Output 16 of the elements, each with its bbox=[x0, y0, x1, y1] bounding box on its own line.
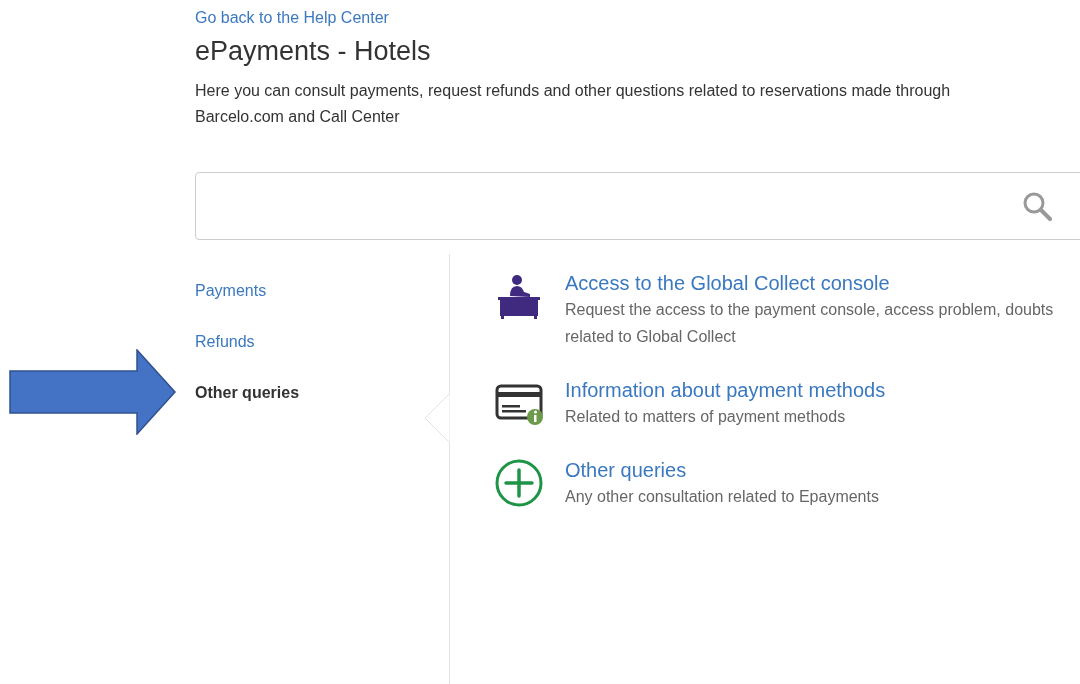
sidebar-item[interactable]: Other queries bbox=[195, 382, 300, 403]
topic-link[interactable]: Other queries bbox=[565, 457, 687, 483]
topic-link[interactable]: Information about payment methods bbox=[565, 377, 886, 403]
sidebar-item[interactable]: Payments bbox=[195, 280, 267, 301]
intro-text: Here you can consult payments, request refunds and other questions related to reservations made through Barcelo.com and Call Center bbox=[195, 81, 952, 127]
topic-link[interactable]: Access to the Global Collect console bbox=[565, 270, 890, 296]
topic-description: Any other consultation related to Epayments bbox=[565, 487, 880, 507]
search-field[interactable] bbox=[195, 172, 1080, 240]
sidebar-item[interactable]: Refunds bbox=[195, 331, 255, 352]
back-link[interactable]: Go back to the Help Center bbox=[195, 8, 389, 28]
desk-person-icon bbox=[495, 272, 543, 320]
plus-circle-icon bbox=[495, 459, 543, 507]
topic-description: Request the access to the payment console, access problem, doubts related to Global Collect bbox=[565, 300, 1055, 347]
page-title: ePayments - Hotels bbox=[195, 35, 432, 68]
search-icon bbox=[1022, 191, 1052, 221]
topic-description: Related to matters of payment methods bbox=[565, 407, 847, 427]
